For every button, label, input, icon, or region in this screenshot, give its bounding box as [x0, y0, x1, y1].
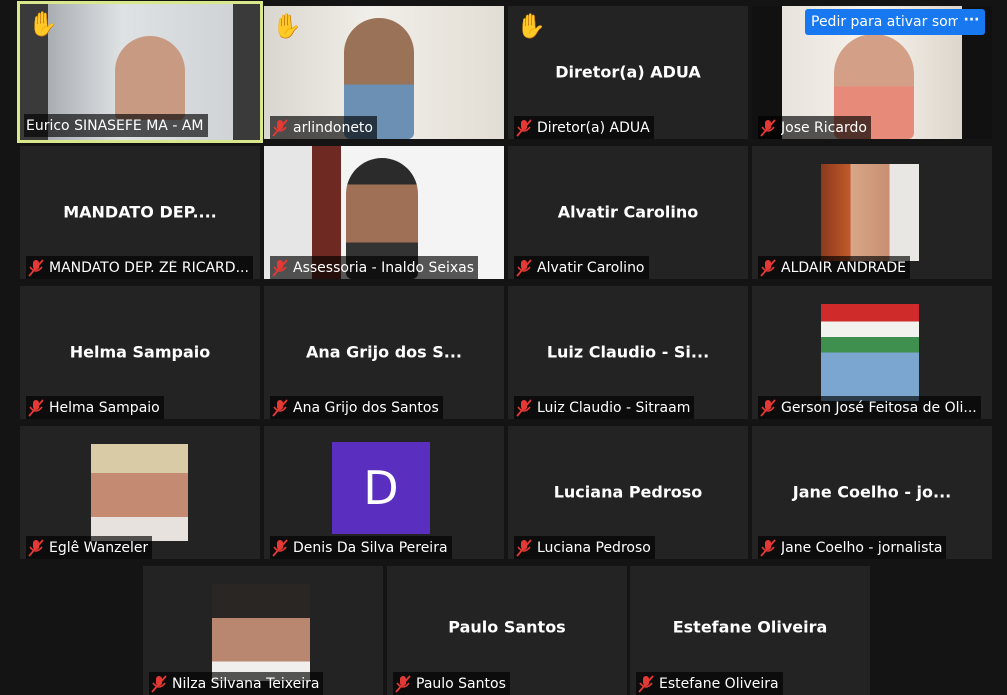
- participant-tile[interactable]: Jane Coelho - jo... Jane Coelho - jornal…: [752, 426, 992, 559]
- participant-name: Jose Ricardo: [781, 119, 867, 136]
- participant-name: ALDAIR ANDRADE: [781, 259, 906, 276]
- participant-name-bar: Luiz Claudio - Sitraam: [514, 396, 695, 419]
- more-options-button[interactable]: ···: [958, 9, 985, 35]
- participant-name-bar: Nilza Silvana Teixeira: [149, 672, 324, 695]
- muted-mic-icon: [760, 258, 776, 277]
- muted-mic-icon: [28, 538, 44, 557]
- participant-name-bar: Alvatir Carolino: [514, 256, 649, 279]
- profile-photo: [212, 584, 310, 681]
- participant-display-name: Luiz Claudio - Si...: [546, 342, 710, 362]
- muted-mic-icon: [516, 538, 532, 557]
- muted-mic-icon: [395, 674, 411, 693]
- participant-tile[interactable]: ✋ Diretor(a) ADUA Diretor(a) ADUA: [508, 6, 748, 139]
- participant-tile[interactable]: D Denis Da Silva Pereira: [264, 426, 504, 559]
- participant-tile[interactable]: Luciana Pedroso Luciana Pedroso: [508, 426, 748, 559]
- raised-hand-icon: ✋: [28, 10, 58, 38]
- participant-tile[interactable]: Luiz Claudio - Si... Luiz Claudio - Sitr…: [508, 286, 748, 419]
- muted-mic-icon: [760, 538, 776, 557]
- muted-mic-icon: [28, 398, 44, 417]
- participant-name: Eurico SINASEFE MA - AM: [26, 117, 204, 134]
- participant-name-bar: Estefane Oliveira: [636, 672, 783, 695]
- muted-mic-icon: [272, 258, 288, 277]
- muted-mic-icon: [760, 118, 776, 137]
- participant-name-bar: Denis Da Silva Pereira: [270, 536, 452, 559]
- participant-tile[interactable]: Gerson José Feitosa de Oli...: [752, 286, 992, 419]
- participant-name-bar: ALDAIR ANDRADE: [758, 256, 910, 279]
- participant-display-name: Alvatir Carolino: [557, 202, 699, 222]
- muted-mic-icon: [638, 674, 654, 693]
- participant-name: Jane Coelho - jornalista: [781, 539, 943, 556]
- participant-name-bar: Eglê Wanzeler: [26, 536, 153, 559]
- profile-photo: [91, 444, 188, 541]
- participant-display-name: Diretor(a) ADUA: [555, 62, 701, 82]
- participant-name: Gerson José Feitosa de Oli...: [781, 399, 977, 416]
- participant-name-bar: Ana Grijo dos Santos: [270, 396, 443, 419]
- muted-mic-icon: [151, 674, 167, 693]
- raised-hand-icon: ✋: [516, 12, 546, 40]
- muted-mic-icon: [28, 258, 44, 277]
- participant-tile[interactable]: Nilza Silvana Teixeira: [143, 566, 383, 695]
- participant-name: Nilza Silvana Teixeira: [172, 675, 320, 692]
- participant-display-name: Luciana Pedroso: [553, 482, 703, 502]
- participant-name: Alvatir Carolino: [537, 259, 645, 276]
- participant-name-bar: Helma Sampaio: [26, 396, 164, 419]
- participant-name-bar: Jose Ricardo: [758, 116, 871, 139]
- person-silhouette: [115, 36, 185, 120]
- participant-name: Eglê Wanzeler: [49, 539, 149, 556]
- participant-name: Helma Sampaio: [49, 399, 160, 416]
- participant-tile[interactable]: Ana Grijo dos S... Ana Grijo dos Santos: [264, 286, 504, 419]
- participant-name: Denis Da Silva Pereira: [293, 539, 448, 556]
- participant-name: arlindoneto: [293, 119, 373, 136]
- muted-mic-icon: [272, 398, 288, 417]
- participant-name-bar: Paulo Santos: [393, 672, 510, 695]
- avatar: D: [332, 442, 430, 534]
- muted-mic-icon: [272, 538, 288, 557]
- participant-name-bar: arlindoneto: [270, 116, 377, 139]
- participant-name-bar: Eurico SINASEFE MA - AM: [24, 114, 208, 137]
- participant-tile[interactable]: Eglê Wanzeler: [20, 426, 260, 559]
- participant-name: Luiz Claudio - Sitraam: [537, 399, 691, 416]
- participant-display-name: Paulo Santos: [448, 617, 566, 637]
- participant-name: Luciana Pedroso: [537, 539, 651, 556]
- raised-hand-icon: ✋: [272, 12, 302, 40]
- participant-tile[interactable]: ✋ Eurico SINASEFE MA - AM: [17, 1, 263, 143]
- participant-name: MANDATO DEP. ZÉ RICARD...: [49, 259, 249, 276]
- participant-name-bar: Diretor(a) ADUA: [514, 116, 654, 139]
- participant-display-name: Estefane Oliveira: [672, 617, 828, 637]
- participant-name-bar: MANDATO DEP. ZÉ RICARD...: [26, 256, 253, 279]
- participant-name-bar: Jane Coelho - jornalista: [758, 536, 947, 559]
- participant-display-name: Jane Coelho - jo...: [792, 482, 952, 502]
- participant-tile[interactable]: MANDATO DEP.... MANDATO DEP. ZÉ RICARD..…: [20, 146, 260, 279]
- participant-tile[interactable]: Paulo Santos Paulo Santos: [387, 566, 627, 695]
- participant-tile[interactable]: ✋ arlindoneto: [264, 6, 504, 139]
- muted-mic-icon: [516, 398, 532, 417]
- participant-display-name: Helma Sampaio: [69, 342, 211, 362]
- participant-name-bar: Luciana Pedroso: [514, 536, 655, 559]
- request-unmute-button[interactable]: Pedir para ativar som: [805, 9, 968, 35]
- profile-photo: [821, 304, 919, 401]
- participant-display-name: Ana Grijo dos S...: [306, 342, 462, 362]
- muted-mic-icon: [760, 398, 776, 417]
- participant-name-bar: Gerson José Feitosa de Oli...: [758, 396, 981, 419]
- participant-name: Ana Grijo dos Santos: [293, 399, 439, 416]
- muted-mic-icon: [516, 258, 532, 277]
- participant-display-name: MANDATO DEP....: [63, 202, 217, 222]
- participant-name-bar: Assessoria - Inaldo Seixas: [270, 256, 479, 279]
- participant-tile[interactable]: Estefane Oliveira Estefane Oliveira: [630, 566, 870, 695]
- participant-tile[interactable]: Helma Sampaio Helma Sampaio: [20, 286, 260, 419]
- participant-tile[interactable]: Alvatir Carolino Alvatir Carolino: [508, 146, 748, 279]
- participant-tile[interactable]: ALDAIR ANDRADE: [752, 146, 992, 279]
- participant-name: Paulo Santos: [416, 675, 506, 692]
- participant-name: Assessoria - Inaldo Seixas: [293, 259, 475, 276]
- participant-tile[interactable]: Assessoria - Inaldo Seixas: [264, 146, 504, 279]
- participant-name: Estefane Oliveira: [659, 675, 779, 692]
- participant-name: Diretor(a) ADUA: [537, 119, 650, 136]
- profile-photo: [821, 164, 919, 261]
- muted-mic-icon: [516, 118, 532, 137]
- muted-mic-icon: [272, 118, 288, 137]
